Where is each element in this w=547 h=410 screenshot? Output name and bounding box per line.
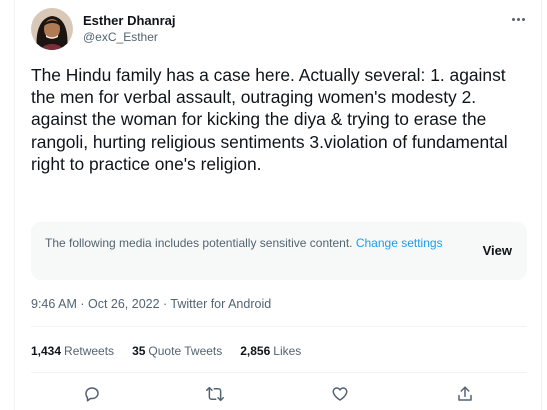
likes-label: Likes xyxy=(273,344,302,358)
author-name[interactable]: Esther Dhanraj xyxy=(83,13,175,28)
like-icon[interactable] xyxy=(329,383,351,405)
view-button[interactable]: View xyxy=(483,243,512,258)
sensitive-media-warning: The following media includes potentially… xyxy=(31,222,527,280)
change-settings-link[interactable]: Change settings xyxy=(356,236,443,250)
reply-icon[interactable] xyxy=(81,383,103,405)
warning-message: The following media includes potentially… xyxy=(45,235,445,252)
share-icon[interactable] xyxy=(454,383,476,405)
more-options-icon[interactable] xyxy=(507,10,529,28)
avatar-image xyxy=(31,8,73,50)
author-handle[interactable]: @exC_Esther xyxy=(83,30,158,44)
avatar[interactable] xyxy=(31,8,73,50)
likes-stat[interactable]: 2,856 Likes xyxy=(240,344,301,358)
tweet-text: The Hindu family has a case here. Actual… xyxy=(31,65,508,174)
retweets-count: 1,434 xyxy=(31,344,62,358)
warning-text: The following media includes potentially… xyxy=(45,236,356,250)
quote-tweets-stat[interactable]: 35 Quote Tweets xyxy=(132,344,222,358)
retweets-label: Retweets xyxy=(64,344,115,358)
tweet-timestamp[interactable]: 9:46 AM · Oct 26, 2022 · Twitter for And… xyxy=(31,297,271,311)
likes-count: 2,856 xyxy=(240,344,271,358)
quote-tweets-label: Quote Tweets xyxy=(148,344,223,358)
tweet-stats: 1,434 Retweets 35 Quote Tweets 2,856 Likes xyxy=(31,344,301,358)
retweets-stat[interactable]: 1,434 Retweets xyxy=(31,344,114,358)
divider xyxy=(31,326,527,327)
retweet-icon[interactable] xyxy=(204,383,226,405)
quote-tweets-count: 35 xyxy=(132,344,146,358)
divider xyxy=(31,372,527,373)
action-bar xyxy=(31,381,527,405)
